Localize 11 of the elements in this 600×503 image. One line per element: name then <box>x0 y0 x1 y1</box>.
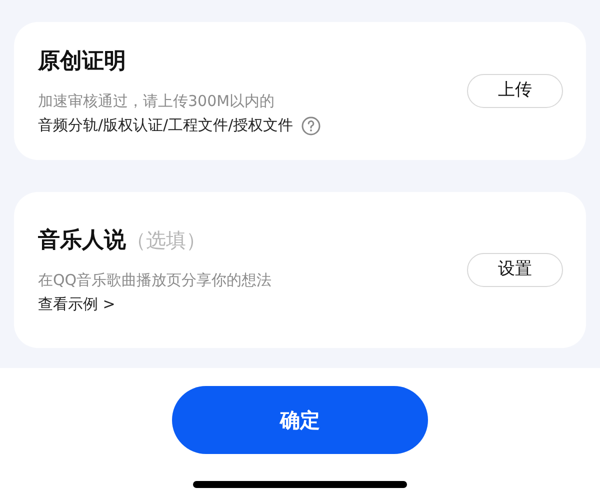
hint-text: 在QQ音乐歌曲播放页分享你的想法 <box>38 270 272 292</box>
hint-text: 加速审核通过，请上传300M以内的 <box>38 91 275 112</box>
settings-button[interactable]: 设置 <box>467 253 563 287</box>
optional-note: （选填） <box>126 226 206 254</box>
confirm-button[interactable]: 确定 <box>172 386 428 454</box>
upload-button[interactable]: 上传 <box>467 74 563 108</box>
example-link[interactable]: 查看示例 > <box>38 293 116 316</box>
file-types-text: 音频分轨/版权认证/工程文件/授权文件 <box>38 115 294 136</box>
help-icon[interactable] <box>301 116 322 136</box>
card-title: 原创证明 <box>38 48 126 76</box>
card-title: 音乐人说 <box>38 226 126 254</box>
